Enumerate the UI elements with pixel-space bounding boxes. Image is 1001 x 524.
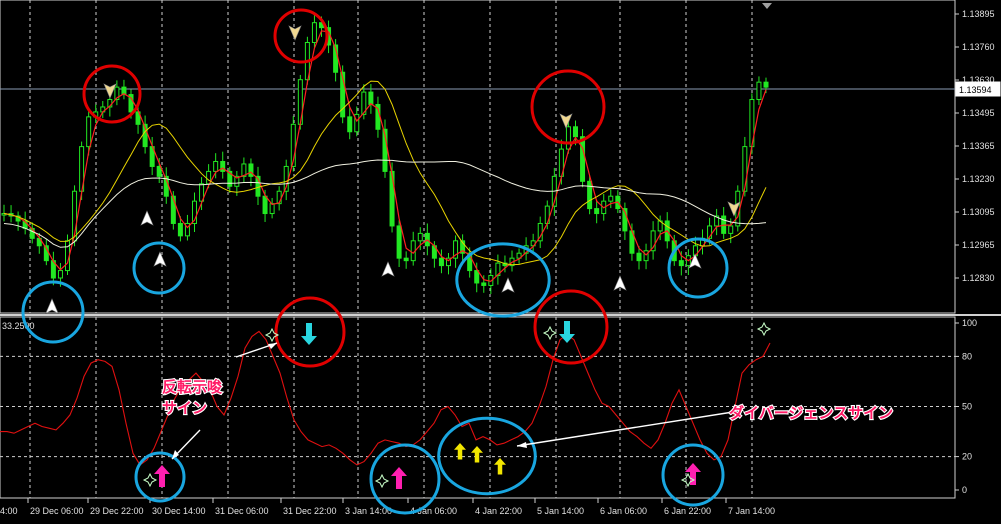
candle-body-86 xyxy=(608,195,614,202)
price-tick-label-6: 1.13095 xyxy=(962,207,995,217)
candle-body-67 xyxy=(474,270,480,284)
time-tick-label-0: 4:00 xyxy=(0,506,18,516)
reversal-sign-line1: 反転示唆 xyxy=(162,378,223,396)
price-tick-label-8: 1.12830 xyxy=(962,273,995,283)
candle-body-82 xyxy=(580,136,586,182)
time-tick-label-12: 7 Jan 14:00 xyxy=(728,506,775,516)
candle-body-55 xyxy=(389,170,395,227)
osc-tick-label-2: 50 xyxy=(962,402,972,412)
divergence-sign-label: ダイバージェンスサイン xyxy=(729,404,893,422)
candle-body-103 xyxy=(728,225,734,234)
price-axis: 1.138951.137601.136301.134951.133651.132… xyxy=(955,9,995,283)
time-tick-label-2: 29 Dec 22:00 xyxy=(90,506,144,516)
candle-body-80 xyxy=(565,126,571,150)
candle-body-12 xyxy=(86,116,92,148)
candle-body-96 xyxy=(678,260,684,267)
time-tick-label-10: 6 Jan 06:00 xyxy=(600,506,647,516)
price-panel xyxy=(0,0,956,314)
candle-body-37 xyxy=(262,195,268,215)
candle-body-25 xyxy=(177,222,183,237)
price-tick-label-7: 1.12965 xyxy=(962,240,995,250)
price-tick-label-1: 1.13760 xyxy=(962,42,995,52)
candle-body-44 xyxy=(311,22,317,44)
current-price-label: 1.13594 xyxy=(959,85,992,95)
time-tick-label-11: 6 Jan 22:00 xyxy=(664,506,711,516)
time-tick-label-8: 4 Jan 22:00 xyxy=(475,506,522,516)
candle-body-56 xyxy=(396,225,402,259)
candle-body-31 xyxy=(220,160,226,172)
candle-body-59 xyxy=(417,232,423,242)
price-tick-label-5: 1.13230 xyxy=(962,174,995,184)
chart-window: 1.138951.137601.136301.134951.133651.132… xyxy=(0,0,1001,516)
osc-tick-label-3: 20 xyxy=(962,452,972,462)
candle-body-83 xyxy=(587,180,593,210)
candle-body-35 xyxy=(248,163,254,177)
candle-body-84 xyxy=(594,208,600,215)
candle-body-107 xyxy=(756,81,762,101)
osc-tick-label-0: 100 xyxy=(962,318,977,328)
candle-body-8 xyxy=(57,270,63,279)
price-tick-label-0: 1.13895 xyxy=(962,9,995,19)
candle-body-38 xyxy=(269,203,275,215)
candle-body-30 xyxy=(213,160,219,172)
time-tick-label-4: 31 Dec 06:00 xyxy=(215,506,269,516)
candle-body-62 xyxy=(438,257,444,267)
candle-body-81 xyxy=(573,126,578,138)
candle-body-68 xyxy=(481,282,487,286)
candle-body-90 xyxy=(636,252,642,262)
candle-body-57 xyxy=(403,257,409,262)
reversal-sign-line2: サイン xyxy=(162,399,207,417)
osc-tick-label-1: 80 xyxy=(962,351,972,361)
candle-body-52 xyxy=(368,91,374,105)
time-tick-label-9: 5 Jan 14:00 xyxy=(537,506,584,516)
time-tick-label-3: 30 Dec 14:00 xyxy=(152,506,206,516)
time-tick-label-1: 29 Dec 06:00 xyxy=(30,506,84,516)
price-tick-label-3: 1.13495 xyxy=(962,108,995,118)
price-tick-label-4: 1.13365 xyxy=(962,141,995,151)
time-tick-label-5: 31 Dec 22:00 xyxy=(283,506,337,516)
osc-tick-label-4: 0 xyxy=(962,485,967,495)
candle-body-91 xyxy=(643,250,649,262)
candle-body-49 xyxy=(347,116,353,133)
candle-body-108 xyxy=(763,81,769,88)
